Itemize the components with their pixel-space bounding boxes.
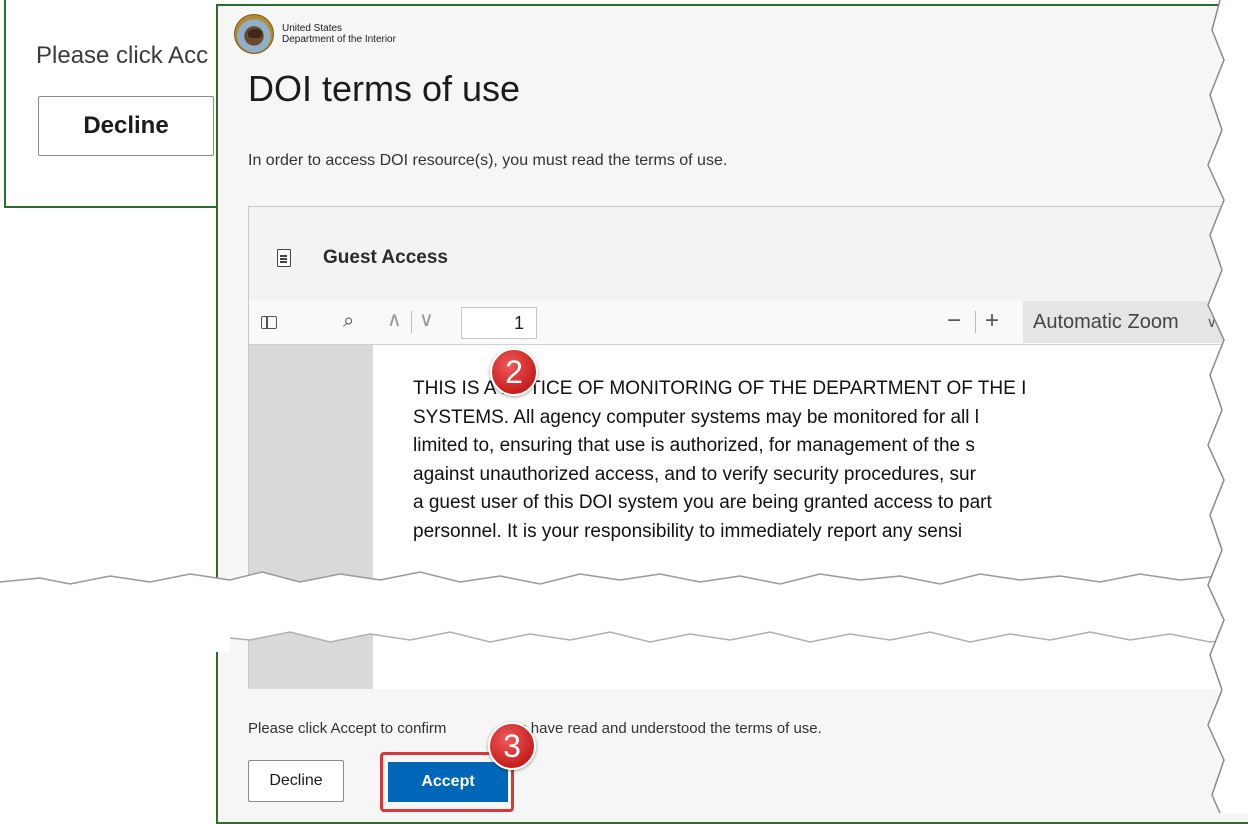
doi-seal-icon	[234, 14, 274, 54]
decline-button[interactable]: Decline	[248, 760, 344, 802]
step-3-callout: 3	[488, 722, 536, 770]
organization-line2: Department of the Interior	[282, 34, 396, 45]
consent-text-after: you have read and understood the terms o…	[502, 720, 822, 737]
background-prompt-text: Please click Acc	[36, 42, 209, 69]
organization-line1: United States	[282, 23, 343, 34]
zoom-select[interactable]: Automatic Zoom ∨	[1023, 301, 1248, 343]
pdf-text-line: personnel. It is your responsibility to …	[413, 520, 963, 542]
accept-button[interactable]: Accept	[388, 762, 508, 802]
pdf-text-line: a guest user of this DOI system you are …	[413, 492, 992, 513]
document-name: Guest Access	[323, 247, 448, 268]
document-header: Guest Access	[249, 207, 1248, 301]
intro-text: In order to access DOI resource(s), you …	[248, 152, 728, 169]
pdf-canvas: THIS IS A NOTICE OF MONITORING OF THE DE…	[249, 345, 1248, 689]
zoom-value: Automatic Zoom	[1033, 310, 1179, 333]
consent-text: Please click Accept to confirm you have r…	[248, 720, 822, 737]
minus-icon[interactable]: −	[947, 309, 961, 333]
pdf-text-line: limited to, ensuring that use is authori…	[413, 435, 975, 456]
chevron-down-icon[interactable]: ∨	[419, 310, 434, 330]
organization-name: United States Department of the Interior	[282, 23, 396, 45]
pdf-text-line: SYSTEMS. All agency computer systems may…	[413, 406, 979, 428]
pdf-toolbar: ⌕ ∧ ∨ − + Automatic Zoom ∨	[249, 301, 1248, 345]
chevron-up-icon[interactable]: ∧	[387, 310, 402, 330]
search-icon[interactable]: ⌕	[343, 311, 354, 331]
pdf-text: THIS IS A NOTICE OF MONITORING OF THE DE…	[413, 375, 1173, 546]
sidebar-toggle-icon[interactable]	[261, 316, 277, 329]
toolbar-divider	[411, 311, 412, 333]
document-viewer: Guest Access ⌕ ∧ ∨ − + Automatic Zoom ∨ …	[248, 206, 1248, 689]
toolbar-divider	[975, 311, 976, 333]
dropdown-chevron-icon: ∨	[1206, 313, 1217, 330]
document-icon	[277, 249, 291, 267]
organization-header: United States Department of the Interior	[234, 14, 396, 54]
terms-dialog: United States Department of the Interior…	[216, 4, 1248, 824]
step-2-callout: 2	[490, 348, 538, 396]
background-decline-button[interactable]: Decline	[38, 96, 214, 156]
pdf-text-line: against unauthorized access, and to veri…	[413, 463, 976, 485]
plus-icon[interactable]: +	[985, 309, 999, 333]
page-title: DOI terms of use	[248, 68, 521, 109]
page-number-input[interactable]	[461, 307, 537, 339]
consent-text-before: Please click Accept to confirm	[248, 720, 447, 737]
